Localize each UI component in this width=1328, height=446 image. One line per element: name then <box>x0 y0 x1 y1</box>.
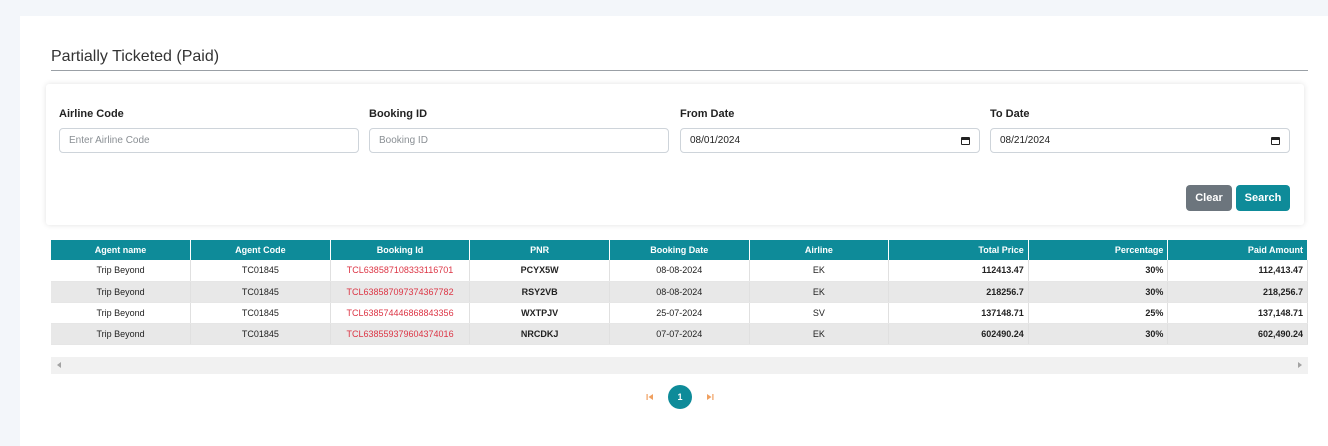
cell-total-price: 602490.24 <box>888 323 1029 345</box>
cell-paid-amount: 218,256.7 <box>1167 281 1308 303</box>
cell-airline: SV <box>749 302 890 324</box>
cell-agent-code: TC01845 <box>190 302 331 324</box>
page-number-button[interactable]: 1 <box>668 385 692 409</box>
cell-booking-id-link[interactable]: TCL638574446868843356 <box>330 302 471 324</box>
to-date-value: 08/21/2024 <box>1000 135 1051 146</box>
header-booking-id[interactable]: Booking Id <box>330 240 471 260</box>
page-title: Partially Ticketed (Paid) <box>51 48 220 65</box>
cell-booking-date: 08-08-2024 <box>609 260 750 282</box>
scroll-left-icon[interactable] <box>57 362 61 368</box>
pagination: 1 <box>640 385 720 409</box>
header-airline[interactable]: Airline <box>749 240 890 260</box>
airline-code-field: Airline Code Enter Airline Code <box>59 108 359 153</box>
search-button[interactable]: Search <box>1236 185 1290 211</box>
cell-percentage: 30% <box>1028 281 1169 303</box>
cell-booking-id-link[interactable]: TCL638559379604374016 <box>330 323 471 345</box>
cell-paid-amount: 602,490.24 <box>1167 323 1308 345</box>
cell-agent-code: TC01845 <box>190 260 331 282</box>
cell-percentage: 25% <box>1028 302 1169 324</box>
cell-airline: EK <box>749 323 890 345</box>
booking-id-field: Booking ID Booking ID <box>369 108 669 153</box>
cell-booking-date: 25-07-2024 <box>609 302 750 324</box>
last-page-icon[interactable] <box>700 387 720 407</box>
cell-pnr: WXTPJV <box>469 302 610 324</box>
header-agent-name[interactable]: Agent name <box>51 240 192 260</box>
header-agent-code[interactable]: Agent Code <box>190 240 331 260</box>
cell-paid-amount: 112,413.47 <box>1167 260 1308 282</box>
booking-id-placeholder: Booking ID <box>379 135 428 146</box>
table-row: Trip Beyond TC01845 TCL63858709737436778… <box>51 281 1308 303</box>
header-percentage[interactable]: Percentage <box>1028 240 1169 260</box>
cell-airline: EK <box>749 260 890 282</box>
cell-paid-amount: 137,148.71 <box>1167 302 1308 324</box>
cell-agent-name: Trip Beyond <box>51 302 192 324</box>
cell-booking-date: 08-08-2024 <box>609 281 750 303</box>
cell-agent-name: Trip Beyond <box>51 281 192 303</box>
airline-code-placeholder: Enter Airline Code <box>69 135 150 146</box>
header-total-price[interactable]: Total Price <box>888 240 1029 260</box>
header-booking-date[interactable]: Booking Date <box>609 240 750 260</box>
cell-percentage: 30% <box>1028 323 1169 345</box>
cell-agent-name: Trip Beyond <box>51 323 192 345</box>
header-pnr[interactable]: PNR <box>469 240 610 260</box>
table-row: Trip Beyond TC01845 TCL63855937960437401… <box>51 323 1308 345</box>
table-header-row: Agent name Agent Code Booking Id PNR Boo… <box>51 240 1308 260</box>
airline-code-input[interactable]: Enter Airline Code <box>59 128 359 153</box>
cell-pnr: PCYX5W <box>469 260 610 282</box>
cell-agent-code: TC01845 <box>190 281 331 303</box>
to-date-field: To Date 08/21/2024 <box>990 108 1290 153</box>
calendar-icon[interactable] <box>961 136 970 145</box>
cell-total-price: 218256.7 <box>888 281 1029 303</box>
from-date-value: 08/01/2024 <box>690 135 741 146</box>
cell-pnr: RSY2VB <box>469 281 610 303</box>
results-table: Agent name Agent Code Booking Id PNR Boo… <box>51 240 1308 345</box>
scroll-right-icon[interactable] <box>1298 362 1302 368</box>
booking-id-label: Booking ID <box>369 108 428 120</box>
title-divider <box>51 70 1308 71</box>
cell-booking-id-link[interactable]: TCL638587097374367782 <box>330 281 471 303</box>
page-container: Partially Ticketed (Paid) Airline Code E… <box>20 16 1328 446</box>
horizontal-scrollbar[interactable] <box>51 357 1308 374</box>
cell-booking-id-link[interactable]: TCL638587108333116701 <box>330 260 471 282</box>
first-page-icon[interactable] <box>640 387 660 407</box>
cell-airline: EK <box>749 281 890 303</box>
cell-booking-date: 07-07-2024 <box>609 323 750 345</box>
calendar-icon[interactable] <box>1271 136 1280 145</box>
booking-id-input[interactable]: Booking ID <box>369 128 669 153</box>
filter-panel: Airline Code Enter Airline Code Booking … <box>46 84 1304 225</box>
table-row: Trip Beyond TC01845 TCL63858710833311670… <box>51 260 1308 282</box>
results-table-container: Agent name Agent Code Booking Id PNR Boo… <box>51 240 1308 345</box>
to-date-input[interactable]: 08/21/2024 <box>990 128 1290 153</box>
from-date-input[interactable]: 08/01/2024 <box>680 128 980 153</box>
clear-button[interactable]: Clear <box>1186 185 1232 211</box>
airline-code-label: Airline Code <box>59 108 124 120</box>
table-row: Trip Beyond TC01845 TCL63857444686884335… <box>51 302 1308 324</box>
cell-total-price: 112413.47 <box>888 260 1029 282</box>
from-date-field: From Date 08/01/2024 <box>680 108 980 153</box>
cell-percentage: 30% <box>1028 260 1169 282</box>
cell-pnr: NRCDKJ <box>469 323 610 345</box>
from-date-label: From Date <box>680 108 735 120</box>
cell-total-price: 137148.71 <box>888 302 1029 324</box>
cell-agent-name: Trip Beyond <box>51 260 192 282</box>
to-date-label: To Date <box>990 108 1030 120</box>
header-paid-amount[interactable]: Paid Amount <box>1167 240 1308 260</box>
cell-agent-code: TC01845 <box>190 323 331 345</box>
